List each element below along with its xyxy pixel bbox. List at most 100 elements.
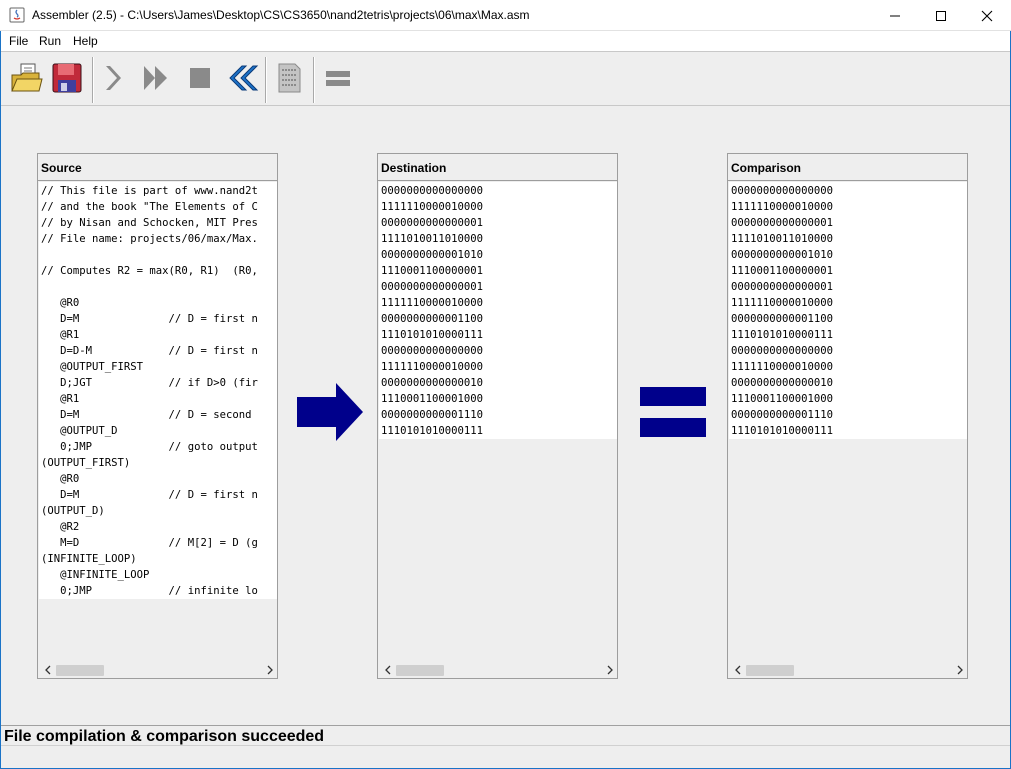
scroll-thumb[interactable] — [396, 665, 444, 676]
source-line[interactable]: // by Nisan and Schocken, MIT Pres — [39, 215, 277, 231]
comparison-line[interactable]: 1110001100001000 — [729, 391, 967, 407]
destination-line[interactable]: 0000000000001110 — [379, 407, 617, 423]
source-line[interactable] — [39, 279, 277, 295]
source-line[interactable]: D=M // D = second — [39, 407, 277, 423]
rewind-button[interactable] — [223, 59, 261, 97]
source-line[interactable]: @R1 — [39, 391, 277, 407]
binary-file-button[interactable] — [270, 59, 308, 97]
source-line[interactable]: (OUTPUT_D) — [39, 503, 277, 519]
menu-file[interactable]: File — [9, 34, 28, 48]
comparison-equal-icon — [640, 387, 706, 440]
source-line[interactable]: @R0 — [39, 471, 277, 487]
comparison-line[interactable]: 0000000000000001 — [729, 279, 967, 295]
source-line[interactable]: M=D // M[2] = D (g — [39, 535, 277, 551]
destination-line[interactable]: 1111010011010000 — [379, 231, 617, 247]
comparison-list[interactable]: 0000000000000000 1111110000010000 00000000… — [729, 182, 967, 661]
comparison-line[interactable]: 1110101010000111 — [729, 423, 967, 439]
source-line[interactable]: @R0 — [39, 295, 277, 311]
comparison-line[interactable]: 0000000000000001 — [729, 215, 967, 231]
destination-line[interactable]: 1110001100000001 — [379, 263, 617, 279]
comparison-line[interactable]: 0000000000001100 — [729, 311, 967, 327]
destination-line[interactable]: 0000000000000001 — [379, 215, 617, 231]
scroll-right-icon[interactable] — [264, 664, 276, 676]
scroll-left-icon[interactable] — [42, 664, 54, 676]
destination-line[interactable]: 1111110000010000 — [379, 199, 617, 215]
toolbar-separator — [92, 57, 94, 103]
comparison-line[interactable]: 1110001100000001 — [729, 263, 967, 279]
source-line[interactable]: 0;JMP // infinite lo — [39, 583, 277, 599]
scroll-right-icon[interactable] — [954, 664, 966, 676]
comparison-line[interactable]: 0000000000001110 — [729, 407, 967, 423]
status-bar-bottom — [1, 745, 1010, 768]
comparison-line[interactable]: 1111010011010000 — [729, 231, 967, 247]
source-line[interactable]: (OUTPUT_FIRST) — [39, 455, 277, 471]
scroll-thumb[interactable] — [56, 665, 104, 676]
source-horizontal-scrollbar[interactable] — [39, 662, 277, 678]
destination-line[interactable]: 1110101010000111 — [379, 327, 617, 343]
destination-line[interactable]: 0000000000001010 — [379, 247, 617, 263]
comparison-line[interactable]: 0000000000000000 — [729, 343, 967, 359]
fast-forward-button[interactable] — [138, 59, 176, 97]
destination-line[interactable]: 1111110000010000 — [379, 359, 617, 375]
destination-line[interactable]: 0000000000000000 — [379, 183, 617, 199]
destination-line[interactable]: 1111110000010000 — [379, 295, 617, 311]
source-line[interactable]: @R2 — [39, 519, 277, 535]
source-line[interactable]: // Computes R2 = max(R0, R1) (R0, — [39, 263, 277, 279]
source-line[interactable] — [39, 247, 277, 263]
comparison-title: Comparison — [731, 161, 802, 175]
source-title: Source — [41, 161, 82, 175]
destination-line[interactable]: 1110001100001000 — [379, 391, 617, 407]
destination-line[interactable]: 0000000000000010 — [379, 375, 617, 391]
maximize-button[interactable] — [918, 0, 964, 31]
source-line[interactable]: D=D-M // D = first n — [39, 343, 277, 359]
scroll-left-icon[interactable] — [382, 664, 394, 676]
stop-button[interactable] — [181, 59, 219, 97]
source-line[interactable]: D=M // D = first n — [39, 311, 277, 327]
source-line[interactable]: @R1 — [39, 327, 277, 343]
destination-line[interactable]: 0000000000001100 — [379, 311, 617, 327]
minimize-button[interactable] — [872, 0, 918, 31]
menu-help[interactable]: Help — [73, 34, 98, 48]
destination-horizontal-scrollbar[interactable] — [379, 662, 617, 678]
comparison-line[interactable]: 1111110000010000 — [729, 295, 967, 311]
comparison-line[interactable]: 1111110000010000 — [729, 359, 967, 375]
source-list[interactable]: // This file is part of www.nand2t// and… — [39, 182, 277, 661]
menu-run[interactable]: Run — [39, 34, 61, 48]
minimize-icon — [890, 15, 900, 16]
source-line[interactable]: D=M // D = first n — [39, 487, 277, 503]
destination-line[interactable]: 0000000000000001 — [379, 279, 617, 295]
source-line[interactable]: // File name: projects/06/max/Max. — [39, 231, 277, 247]
toolbar-separator — [313, 57, 315, 103]
source-line[interactable]: 0;JMP // goto output — [39, 439, 277, 455]
scroll-thumb[interactable] — [746, 665, 794, 676]
source-line[interactable]: @INFINITE_LOOP — [39, 567, 277, 583]
destination-list[interactable]: 0000000000000000 1111110000010000 00000000… — [379, 182, 617, 661]
source-line[interactable]: D;JGT // if D>0 (fir — [39, 375, 277, 391]
comparison-horizontal-scrollbar[interactable] — [729, 662, 967, 678]
destination-line[interactable]: 0000000000000000 — [379, 343, 617, 359]
single-step-button[interactable] — [97, 59, 135, 97]
load-file-button[interactable] — [7, 59, 45, 97]
source-line[interactable]: // and the book "The Elements of C — [39, 199, 277, 215]
close-button[interactable] — [964, 0, 1010, 31]
comparison-line[interactable]: 0000000000000000 — [729, 183, 967, 199]
comparison-line[interactable]: 1111110000010000 — [729, 199, 967, 215]
binary-file-icon — [278, 63, 301, 93]
save-icon — [52, 63, 82, 93]
source-line[interactable]: @OUTPUT_D — [39, 423, 277, 439]
close-icon — [981, 10, 993, 21]
title-bar[interactable]: Assembler (2.5) - C:\Users\James\Desktop… — [0, 0, 1011, 31]
comparison-line[interactable]: 0000000000001010 — [729, 247, 967, 263]
save-button[interactable] — [48, 59, 86, 97]
scroll-left-icon[interactable] — [732, 664, 744, 676]
comparison-line[interactable]: 1110101010000111 — [729, 327, 967, 343]
destination-line[interactable]: 1110101010000111 — [379, 423, 617, 439]
scroll-right-icon[interactable] — [604, 664, 616, 676]
source-line[interactable]: // This file is part of www.nand2t — [39, 183, 277, 199]
comparison-line[interactable]: 0000000000000010 — [729, 375, 967, 391]
source-line[interactable]: (INFINITE_LOOP) — [39, 551, 277, 567]
source-line[interactable]: @OUTPUT_FIRST — [39, 359, 277, 375]
compare-button[interactable] — [319, 59, 357, 97]
maximize-icon — [936, 10, 946, 21]
window-title: Assembler (2.5) - C:\Users\James\Desktop… — [32, 8, 530, 22]
